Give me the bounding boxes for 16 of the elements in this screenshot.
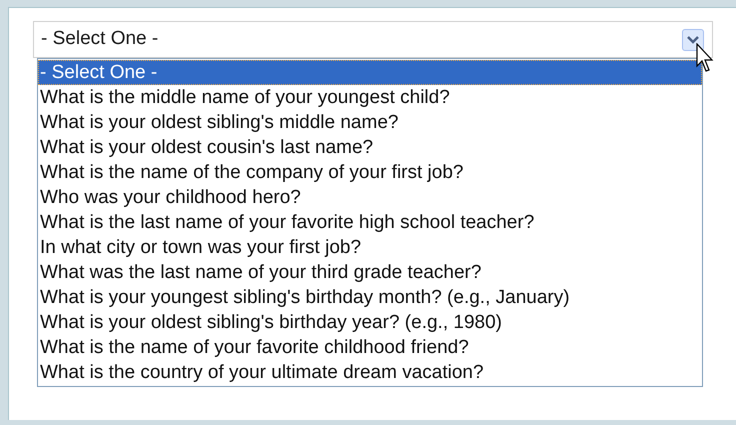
dropdown-option[interactable]: What is your oldest cousin's last name? — [38, 135, 702, 160]
dropdown-option[interactable]: What was the last name of your third grade teacher? — [38, 260, 702, 285]
dropdown-option[interactable]: What is your oldest sibling's middle name? — [38, 110, 702, 135]
dropdown-option[interactable]: What is the middle name of your youngest child? — [38, 85, 702, 110]
dropdown-option[interactable]: In what city or town was your first job? — [38, 235, 702, 260]
select-value: - Select One - — [40, 27, 158, 52]
dropdown-option[interactable]: - Select One - — [38, 60, 702, 85]
chevron-down-icon — [687, 36, 699, 44]
dropdown-option[interactable]: What is your oldest sibling's birthday year? (e.g., 1980) — [38, 310, 702, 335]
dropdown-option[interactable]: Who was your childhood hero? — [38, 185, 702, 210]
select-field[interactable]: - Select One - — [33, 21, 713, 58]
dropdown-option[interactable]: What is the name of the company of your first job? — [38, 160, 702, 185]
dropdown-option[interactable]: What is the last name of your favorite high school teacher? — [38, 210, 702, 235]
dropdown-option[interactable]: What is the name of your favorite childhood friend? — [38, 335, 702, 360]
dropdown-option[interactable]: What is the country of your ultimate dream vacation? — [38, 360, 702, 385]
dropdown-option[interactable]: What is your youngest sibling's birthday month? (e.g., January) — [38, 285, 702, 310]
